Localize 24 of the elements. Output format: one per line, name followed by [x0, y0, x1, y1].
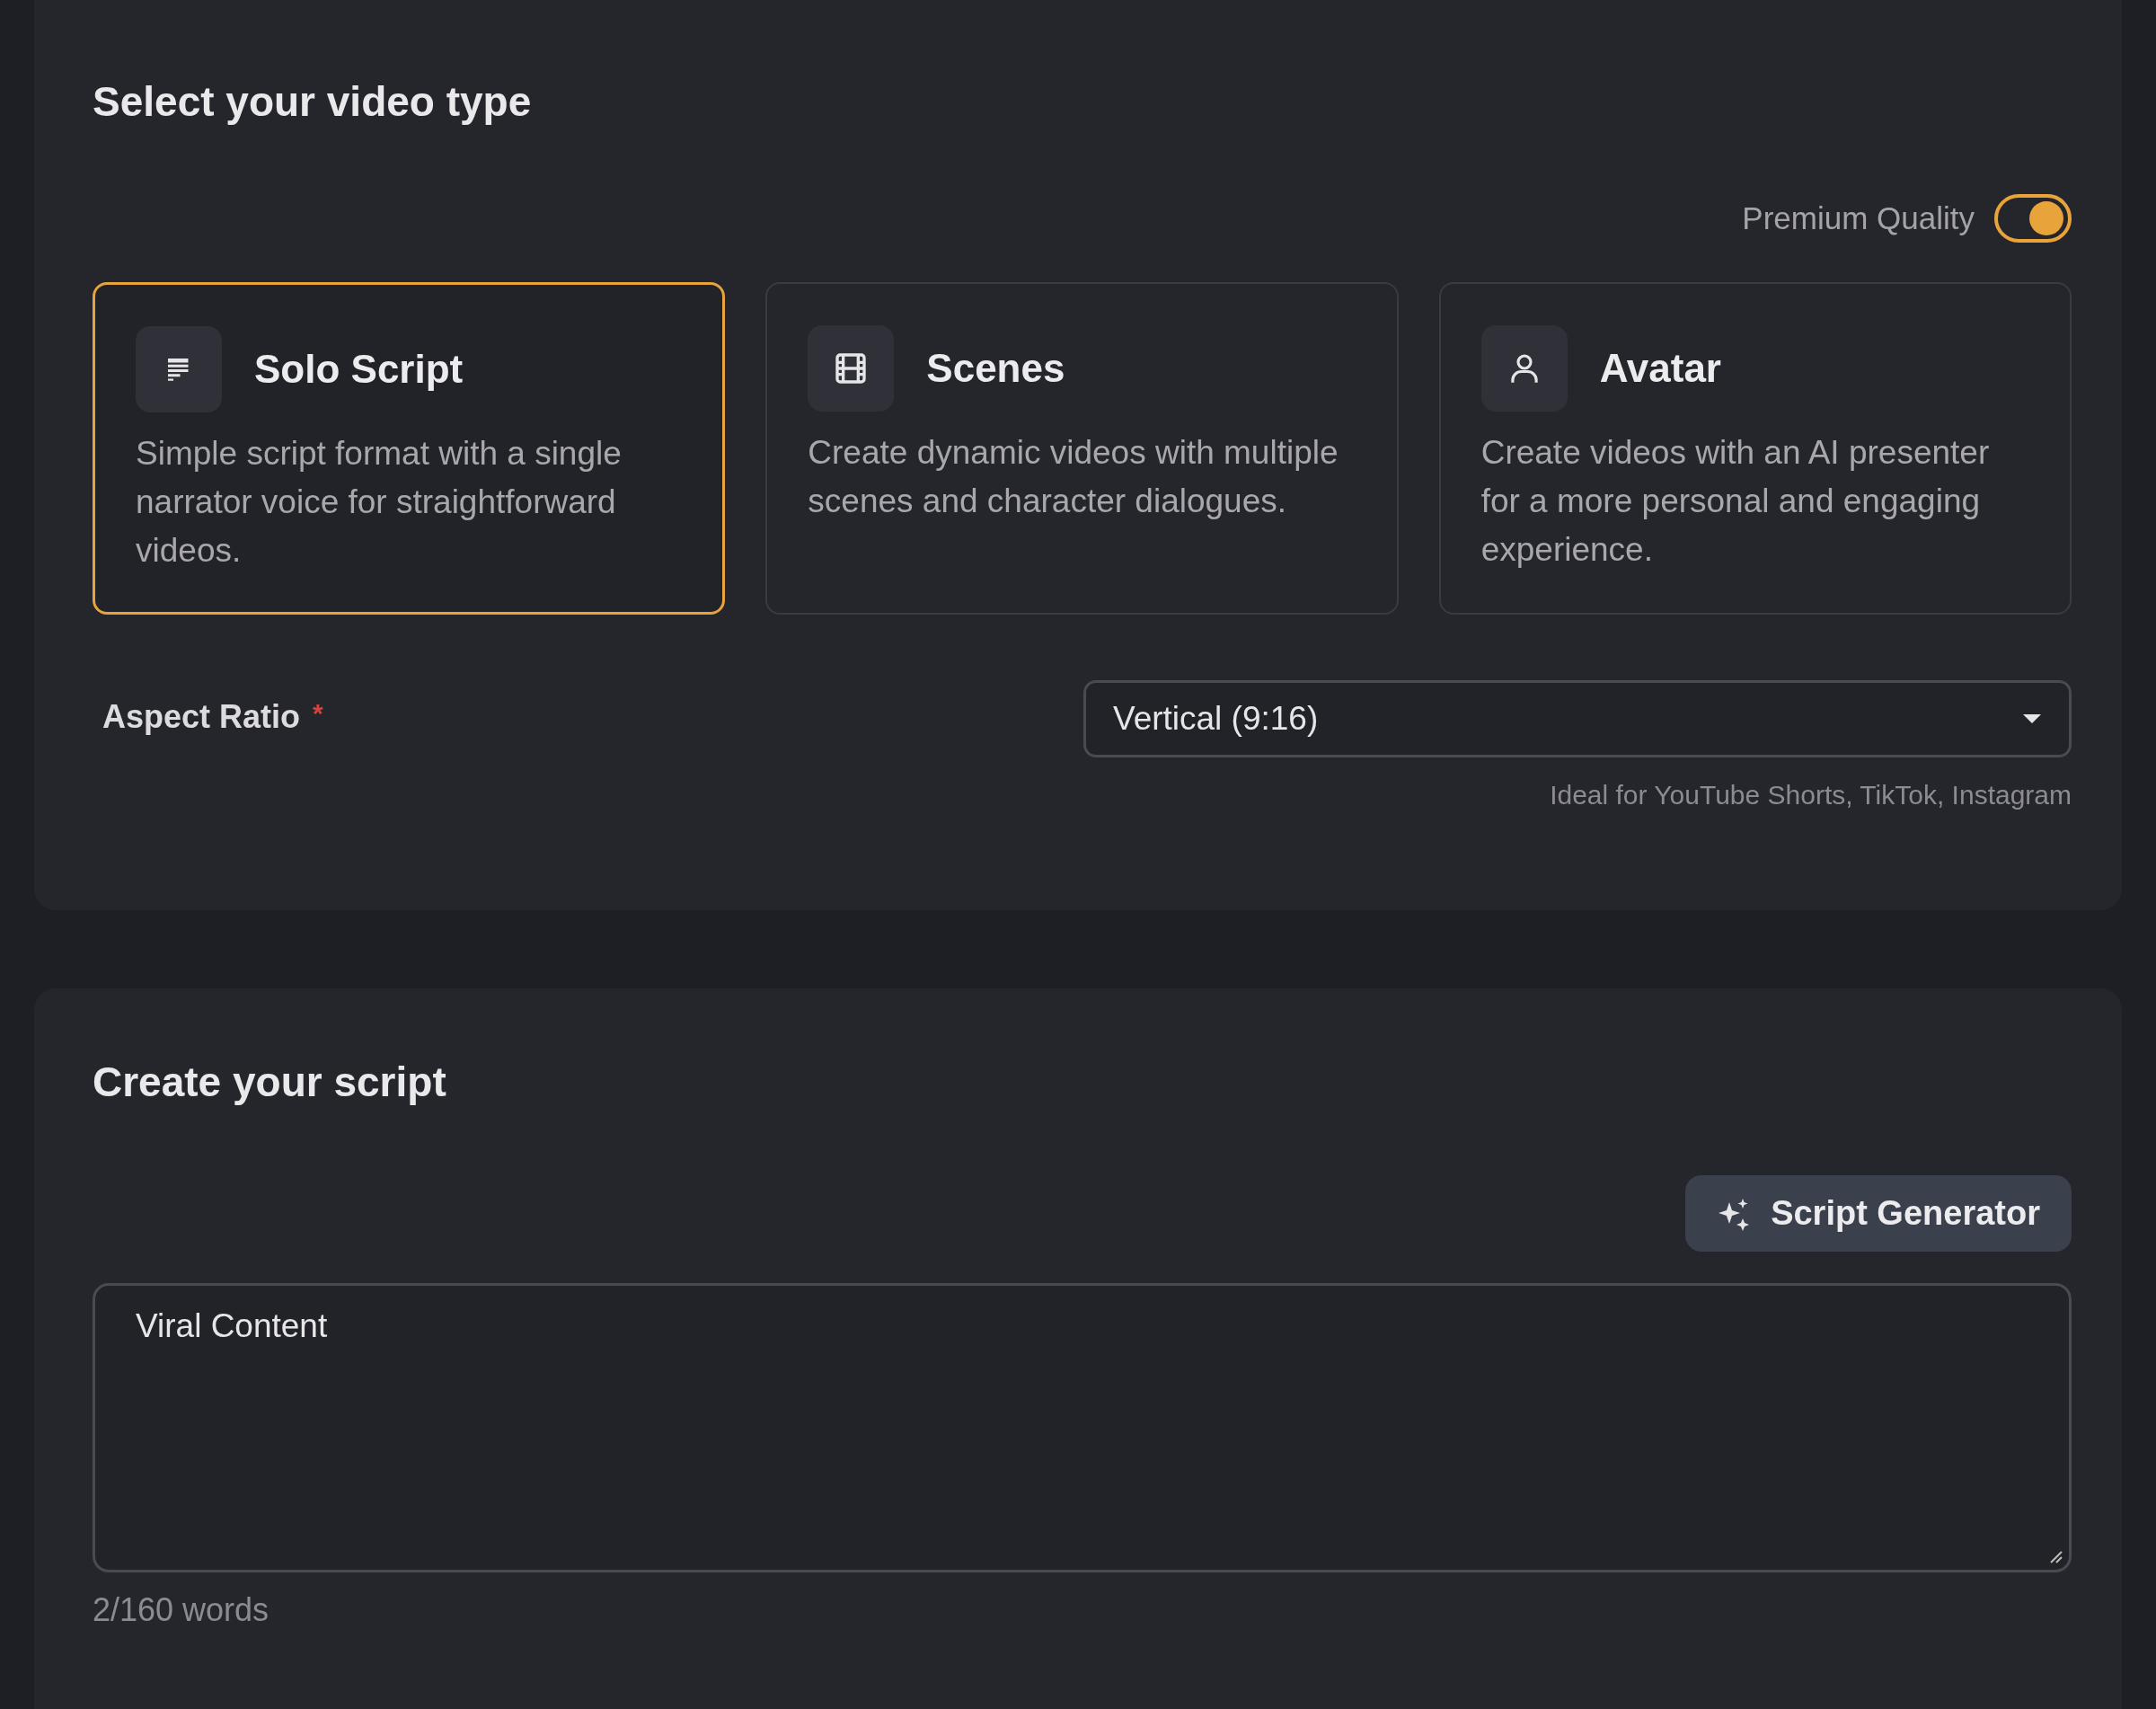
section-title: Select your video type	[93, 77, 533, 127]
video-type-card[interactable]: Avatar Create videos with an AI presenter for a more personal and engaging experience.	[1438, 282, 2072, 615]
card-title: Solo Script	[254, 347, 464, 392]
card-title: Scenes	[926, 346, 1065, 391]
video-type-card[interactable]: Scenes Create dynamic videos with multiple scenes and character dialogues.	[765, 282, 1399, 615]
section-title: Create your script	[93, 1058, 447, 1107]
lines-icon	[136, 326, 222, 412]
script-field[interactable]: Viral Content	[93, 1283, 2072, 1572]
word-count: 2/160 words	[93, 1592, 270, 1628]
person-icon	[1480, 325, 1568, 412]
video-type-card[interactable]: Solo Script Simple script format with a single narrator voice for straightforward videos.	[93, 282, 726, 615]
premium-quality-toggle[interactable]	[1994, 194, 2072, 243]
required-mark: *	[313, 698, 323, 730]
aspect-ratio-label: Aspect Ratio	[102, 698, 301, 736]
card-description: Create dynamic videos with multiple scenes and character dialogues.	[808, 433, 1339, 521]
aspect-ratio-hint: Ideal for YouTube Shorts, TikTok, Instagram	[1550, 779, 2072, 811]
caret-icon	[2022, 713, 2042, 724]
card-description: Simple script format with a single narrator voice for straightforward videos.	[136, 434, 623, 571]
script-generator-button[interactable]: Script Generator	[1685, 1175, 2072, 1252]
premium-quality-label: Premium Quality	[1742, 200, 1975, 236]
card-description: Create videos with an AI presenter for a more personal and engaging experience.	[1480, 433, 1991, 570]
film-icon	[808, 325, 895, 412]
card-title: Avatar	[1599, 346, 1721, 391]
aspect-ratio-select[interactable]: Vertical (9:16)	[1083, 680, 2072, 757]
